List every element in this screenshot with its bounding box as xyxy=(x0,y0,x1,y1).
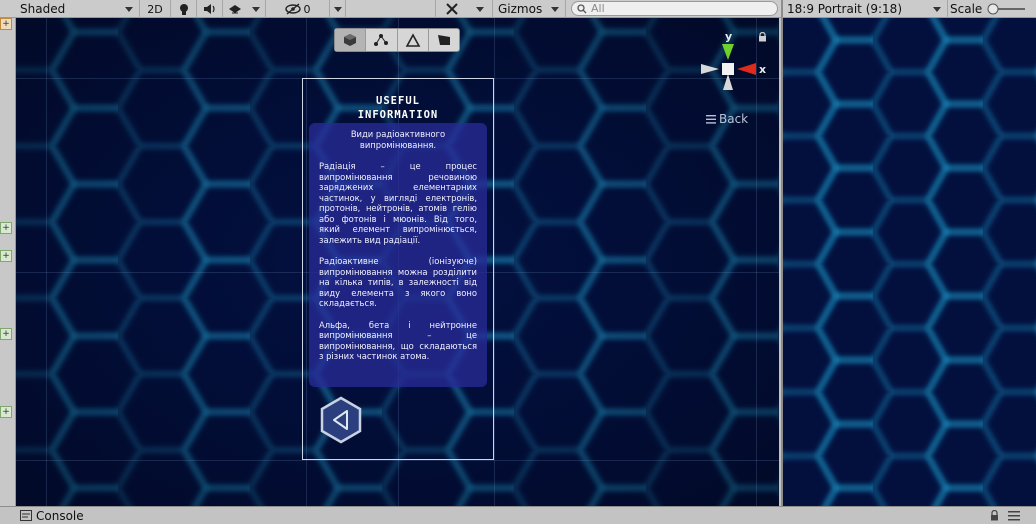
grid-line xyxy=(46,18,47,506)
lighting-toggle[interactable] xyxy=(171,0,197,18)
scale-control: Scale xyxy=(948,0,1036,18)
gizmo-y-label: y xyxy=(725,30,732,43)
search-input[interactable] xyxy=(591,2,771,15)
chevron-down-icon xyxy=(252,6,260,12)
gizmo-x-arrow xyxy=(737,63,756,75)
ui-canvas-frame: USEFUL INFORMATION Види радіоактивного в… xyxy=(302,78,494,460)
console-bar[interactable]: Console xyxy=(0,506,1036,524)
back-arrow-button[interactable] xyxy=(319,396,363,444)
gizmos-dropdown[interactable]: Gizmos xyxy=(493,0,566,18)
lightbulb-icon xyxy=(179,3,188,15)
tools-icon xyxy=(445,3,458,15)
chevron-down-icon xyxy=(933,6,941,12)
back-label: Back xyxy=(719,112,749,126)
game-view-toolbar: 18:9 Portrait (9:18) Scale xyxy=(781,0,1036,18)
triangle-outline-icon xyxy=(405,33,420,47)
shading-mode-label: Shaded xyxy=(20,2,66,16)
game-view[interactable] xyxy=(781,18,1036,506)
info-paragraph: Альфа, бета і нейтронне випромінювання –… xyxy=(319,319,477,362)
gutter-expand-button[interactable]: + xyxy=(0,222,12,234)
gizmo-center xyxy=(722,63,734,75)
chevron-down-icon xyxy=(125,6,133,12)
shading-mode-dropdown[interactable]: Shaded xyxy=(0,0,140,18)
effects-icon xyxy=(229,5,241,14)
info-subtitle: Види радіоактивного випромінювання. xyxy=(350,129,446,150)
info-paragraph: Радіація – це процес випромінювання речо… xyxy=(319,161,477,245)
hexagon-background xyxy=(783,18,1036,506)
gutter-expand-button[interactable]: + xyxy=(0,328,12,340)
chevron-down-icon xyxy=(333,6,342,12)
chevron-down-icon xyxy=(551,6,559,12)
scene-tool-strip xyxy=(334,28,460,52)
eye-slash-icon xyxy=(284,3,301,15)
scale-slider[interactable] xyxy=(987,3,1027,15)
view-tool-button[interactable] xyxy=(335,29,367,51)
audio-toggle[interactable] xyxy=(197,0,223,18)
hidden-objects-dropdown[interactable] xyxy=(330,0,346,18)
scene-tools-dropdown[interactable] xyxy=(435,0,493,18)
gutter-expand-button[interactable]: + xyxy=(0,18,12,30)
scene-view[interactable]: y x Back USEFUL INFORMATION Види радіоак… xyxy=(16,18,779,506)
cube-icon xyxy=(344,34,357,46)
gizmo-x-label: x xyxy=(759,63,766,76)
panel-title: USEFUL INFORMATION xyxy=(357,95,439,121)
hidden-objects-toggle[interactable]: 0 xyxy=(266,0,330,18)
scale-label: Scale xyxy=(950,2,983,16)
search-icon xyxy=(577,3,587,13)
face-icon xyxy=(437,35,450,45)
node-tool-button[interactable] xyxy=(366,29,398,51)
nodes-icon xyxy=(374,34,389,46)
hidden-count: 0 xyxy=(303,2,311,16)
grid-line xyxy=(16,460,779,461)
edge-tool-button[interactable] xyxy=(398,29,429,51)
face-tool-button[interactable] xyxy=(429,29,459,51)
left-gutter: + + + + + xyxy=(0,18,16,506)
menu-dots-icon[interactable] xyxy=(1008,511,1020,521)
grid-line xyxy=(494,18,495,506)
gizmo-neg-x-arrow xyxy=(701,64,719,74)
gutter-expand-button[interactable]: + xyxy=(0,406,12,418)
aspect-ratio-dropdown[interactable]: 18:9 Portrait (9:18) xyxy=(783,0,948,18)
speaker-icon xyxy=(203,4,215,14)
console-icon xyxy=(20,510,32,521)
gizmo-neg-y-arrow xyxy=(723,74,733,90)
gizmo-back-link[interactable]: Back xyxy=(706,112,748,126)
lock-icon[interactable] xyxy=(990,510,999,521)
info-text-box: Види радіоактивного випромінювання. Раді… xyxy=(309,123,487,387)
effects-dropdown[interactable] xyxy=(223,0,266,18)
chevron-down-icon xyxy=(475,6,484,12)
gizmos-label: Gizmos xyxy=(498,2,543,16)
aspect-ratio-label: 18:9 Portrait (9:18) xyxy=(787,2,903,16)
lock-icon[interactable] xyxy=(758,32,767,42)
gizmo-y-arrow xyxy=(722,44,734,60)
gutter-expand-button[interactable]: + xyxy=(0,250,12,262)
hamburger-icon xyxy=(706,114,716,124)
scene-search[interactable] xyxy=(571,1,778,16)
info-paragraph: Радіоактивне (іонізуюче) випромінювання … xyxy=(319,256,477,308)
toggle-2d-button[interactable]: 2D xyxy=(140,0,171,18)
console-label: Console xyxy=(36,508,84,523)
